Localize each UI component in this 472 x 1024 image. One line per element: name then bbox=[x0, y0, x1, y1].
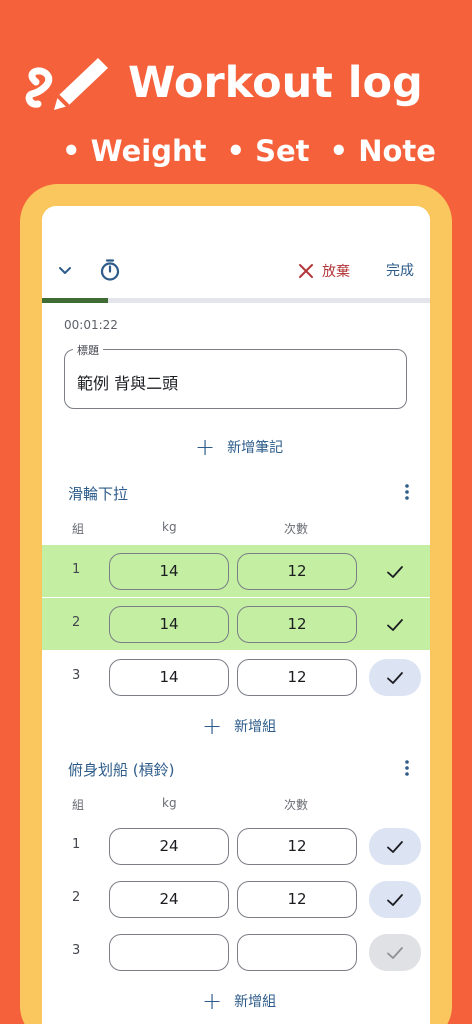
set-number: 1 bbox=[72, 837, 81, 852]
column-header-reps: 次數 bbox=[284, 798, 309, 812]
add-note-label: 新增筆記 bbox=[227, 440, 284, 456]
add-set-button[interactable]: + 新增組 bbox=[202, 712, 277, 740]
set-number: 2 bbox=[72, 615, 81, 630]
reps-input[interactable]: 12 bbox=[237, 659, 357, 696]
bullet-weight: Weight bbox=[62, 134, 207, 170]
check-icon bbox=[387, 893, 403, 906]
workout-progress-bar bbox=[42, 298, 430, 303]
set-row: 3 14 12 bbox=[42, 651, 430, 703]
promo-bullets: Weight Set Note bbox=[62, 134, 436, 170]
set-number: 2 bbox=[72, 890, 81, 905]
discard-button[interactable]: 放棄 bbox=[298, 260, 350, 282]
pen-scribble-icon bbox=[25, 58, 108, 110]
timer-icon[interactable] bbox=[98, 258, 122, 282]
kg-input[interactable]: 14 bbox=[109, 659, 229, 696]
complete-set-button[interactable] bbox=[369, 934, 421, 971]
kg-input[interactable]: 24 bbox=[109, 828, 229, 865]
kg-input[interactable]: 14 bbox=[109, 553, 229, 590]
bullet-note: Note bbox=[330, 134, 436, 170]
title-field-label: 標題 bbox=[73, 342, 103, 358]
promo-header: Workout log Weight Set Note bbox=[0, 0, 472, 190]
reps-input[interactable]: 12 bbox=[237, 606, 357, 643]
kg-input[interactable] bbox=[109, 934, 229, 971]
title-field-value: 範例 背與二頭 bbox=[77, 374, 179, 393]
plus-icon: + bbox=[195, 433, 216, 461]
close-icon bbox=[299, 264, 313, 278]
set-number: 3 bbox=[72, 943, 81, 958]
column-header-kg: kg bbox=[162, 796, 177, 810]
add-set-button[interactable]: + 新增組 bbox=[202, 987, 277, 1015]
finish-button[interactable]: 完成 bbox=[386, 260, 414, 282]
set-row: 3 bbox=[42, 926, 430, 978]
set-row: 2 14 12 bbox=[42, 598, 430, 650]
check-icon bbox=[387, 565, 403, 578]
column-header-set: 組 bbox=[72, 798, 85, 812]
check-icon bbox=[387, 946, 403, 959]
plus-icon: + bbox=[202, 987, 223, 1015]
set-row: 2 24 12 bbox=[42, 873, 430, 925]
check-icon bbox=[387, 840, 403, 853]
column-header-set: 組 bbox=[72, 522, 85, 536]
workout-toolbar: 放棄 完成 bbox=[42, 252, 430, 292]
more-vert-icon[interactable] bbox=[398, 759, 416, 777]
column-header-kg: kg bbox=[162, 520, 177, 534]
set-number: 1 bbox=[72, 562, 81, 577]
column-header-reps: 次數 bbox=[284, 522, 309, 536]
discard-label: 放棄 bbox=[322, 264, 350, 280]
reps-input[interactable]: 12 bbox=[237, 828, 357, 865]
complete-set-button[interactable] bbox=[369, 553, 421, 590]
reps-input[interactable]: 12 bbox=[237, 881, 357, 918]
more-vert-icon[interactable] bbox=[398, 483, 416, 501]
add-set-label: 新增組 bbox=[234, 994, 277, 1010]
exercise-name[interactable]: 俯身划船 (槓鈴) bbox=[68, 759, 174, 780]
plus-icon: + bbox=[202, 712, 223, 740]
complete-set-button[interactable] bbox=[369, 881, 421, 918]
workout-title-field[interactable]: 標題 範例 背與二頭 bbox=[64, 342, 407, 409]
check-icon bbox=[387, 671, 403, 684]
progress-fill bbox=[42, 298, 108, 303]
reps-input[interactable] bbox=[237, 934, 357, 971]
complete-set-button[interactable] bbox=[369, 828, 421, 865]
reps-input[interactable]: 12 bbox=[237, 553, 357, 590]
kg-input[interactable]: 14 bbox=[109, 606, 229, 643]
exercise-name[interactable]: 滑輪下拉 bbox=[68, 483, 128, 504]
set-row: 1 14 12 bbox=[42, 545, 430, 597]
promo-title: Workout log bbox=[128, 58, 423, 108]
check-icon bbox=[387, 618, 403, 631]
kg-input[interactable]: 24 bbox=[109, 881, 229, 918]
complete-set-button[interactable] bbox=[369, 606, 421, 643]
set-row: 1 24 12 bbox=[42, 820, 430, 872]
add-set-label: 新增組 bbox=[234, 719, 277, 735]
set-number: 3 bbox=[72, 668, 81, 683]
app-screen: 放棄 完成 00:01:22 標題 範例 背與二頭 + 新增筆記 滑輪下拉 組 … bbox=[42, 206, 430, 1024]
elapsed-time: 00:01:22 bbox=[64, 318, 118, 332]
add-note-button[interactable]: + 新增筆記 bbox=[195, 433, 284, 461]
complete-set-button[interactable] bbox=[369, 659, 421, 696]
chevron-down-icon[interactable] bbox=[56, 262, 74, 280]
bullet-set: Set bbox=[226, 134, 309, 170]
